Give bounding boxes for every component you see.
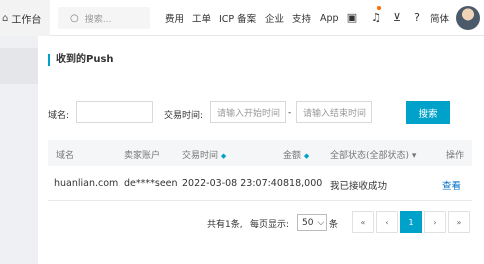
workbench-label: 工作台 <box>11 14 42 26</box>
search-icon: ○ <box>70 12 79 24</box>
nav-billing[interactable]: 费用 <box>165 0 184 36</box>
cart-icon[interactable]: ⊻ <box>390 10 404 24</box>
page-title: 收到的Push <box>48 54 114 66</box>
col-status-label: 全部状态(全部状态) <box>330 151 410 161</box>
search-box[interactable]: ○ 搜索... <box>58 7 150 29</box>
col-amount[interactable]: 金额 ◆ <box>283 148 309 161</box>
chevron-down-icon: ⌵ <box>317 217 325 228</box>
search-button[interactable]: 搜索 <box>406 101 450 124</box>
sort-icon: ◆ <box>303 152 310 160</box>
nav-enterprise[interactable]: 企业 <box>265 0 284 36</box>
col-domain: 域名 <box>56 151 75 161</box>
col-time-label: 交易时间 <box>182 151 219 161</box>
col-status[interactable]: 全部状态(全部状态) ▾ <box>330 148 416 161</box>
sidebar-selected-item[interactable] <box>0 48 38 84</box>
last-page-button[interactable]: » <box>448 211 470 233</box>
start-time-placeholder: 请输入开始时间 <box>217 108 281 119</box>
bell-icon[interactable]: ♫ <box>369 10 383 24</box>
notification-dot <box>377 6 381 10</box>
view-link[interactable]: 查看 <box>442 178 461 192</box>
nav-icp[interactable]: ICP 备案 <box>219 0 256 36</box>
start-time-input[interactable]: 请输入开始时间 <box>210 101 286 123</box>
cell-domain: huanlian.com <box>54 178 119 189</box>
language-switch[interactable]: 简体 <box>430 0 449 36</box>
per-page-unit: 条 <box>329 220 339 230</box>
workbench-link[interactable]: ⌂ 工作台 <box>0 0 50 36</box>
cell-time: 2022-03-08 23:07:40 <box>182 178 283 189</box>
per-page-label: 每页显示: <box>250 220 290 230</box>
end-time-input[interactable]: 请输入结束时间 <box>296 101 372 123</box>
avatar[interactable] <box>456 6 480 30</box>
home-icon: ⌂ <box>2 12 9 24</box>
nav-support[interactable]: 支持 <box>292 0 311 36</box>
pagination-summary: 共有1条, <box>207 220 243 230</box>
col-action: 操作 <box>446 151 465 161</box>
sort-icon: ◆ <box>220 152 227 160</box>
nav-app[interactable]: App <box>320 0 339 36</box>
time-label: 交易时间: <box>164 111 204 121</box>
per-page-select[interactable]: 50 ⌵ <box>297 214 327 231</box>
page-1-button[interactable]: 1 <box>400 211 422 233</box>
domain-input[interactable] <box>76 101 153 123</box>
cell-status: 我已接收成功 <box>330 181 388 192</box>
table-row: huanlian.com de****seen 2022-03-08 23:07… <box>48 168 472 201</box>
col-amount-label: 金额 <box>283 151 302 161</box>
search-placeholder: 搜索... <box>84 14 112 25</box>
cell-seller: de****seen <box>124 178 178 189</box>
terminal-icon[interactable]: ▣ <box>345 10 359 24</box>
top-bar: ⌂ 工作台 ○ 搜索... 费用 工单 ICP 备案 企业 支持 App ▣ ♫… <box>0 0 484 36</box>
next-page-button[interactable]: › <box>424 211 446 233</box>
col-time[interactable]: 交易时间 ◆ <box>182 148 226 161</box>
per-page-value: 50 <box>302 217 314 228</box>
nav-tickets[interactable]: 工单 <box>192 0 211 36</box>
prev-page-button[interactable]: ‹ <box>376 211 398 233</box>
main-panel: 收到的Push 域名: 交易时间: 请输入开始时间 - 请输入结束时间 搜索 域… <box>38 36 484 264</box>
col-seller: 卖家账户 <box>124 151 161 161</box>
time-range-separator: - <box>288 108 292 118</box>
end-time-placeholder: 请输入结束时间 <box>303 108 367 119</box>
domain-label: 域名: <box>48 111 70 121</box>
table-header: 域名 卖家账户 交易时间 ◆ 金额 ◆ 全部状态(全部状态) ▾ 操作 <box>48 140 472 166</box>
cell-amount: 818,000 <box>283 178 323 189</box>
sidebar <box>0 36 38 264</box>
chevron-down-icon: ▾ <box>411 151 417 161</box>
help-icon[interactable]: ? <box>410 10 424 24</box>
first-page-button[interactable]: « <box>352 211 374 233</box>
